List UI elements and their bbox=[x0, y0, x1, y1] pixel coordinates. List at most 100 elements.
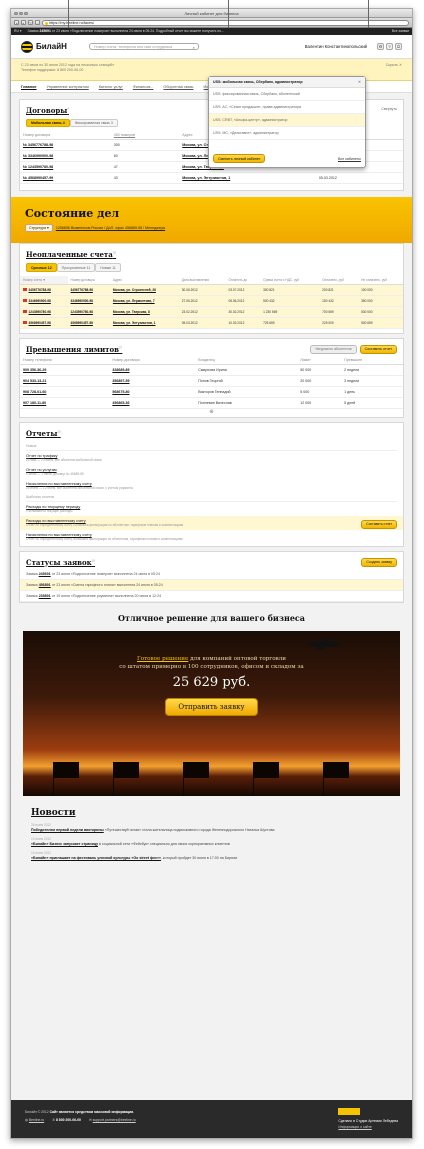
contract-number[interactable]: № 1243590780-98 bbox=[20, 161, 111, 174]
structure-path[interactable]: 1256896 Вымпелком России / ДоП. офис 456… bbox=[56, 226, 165, 230]
contract-number[interactable]: 568675-80 bbox=[109, 386, 196, 398]
table-row[interactable]: 1243590780-98 1243590780-98 Москва, ул. Тв… bbox=[20, 306, 403, 318]
address-link[interactable]: Москва, ул. Лермонтова, 7 bbox=[109, 295, 179, 307]
col-bill[interactable]: Номер счета ▼ bbox=[20, 275, 68, 285]
table-row[interactable]: 904 533-13-21 356897-59 Попов Георгий 20 00… bbox=[20, 375, 403, 387]
zoom-window-icon[interactable] bbox=[24, 11, 28, 15]
table-row[interactable]: 3346990900-98 3346990900-98 Москва, ул. Ле… bbox=[20, 295, 403, 307]
all-requests-link[interactable]: Все заявки bbox=[392, 28, 409, 35]
tab-fixed[interactable]: Фиксированная связь 3 bbox=[69, 119, 118, 128]
news-title[interactable]: Новости bbox=[31, 808, 392, 818]
close-icon[interactable]: ✕ bbox=[358, 80, 361, 84]
search-icon[interactable]: ⌕ bbox=[193, 45, 195, 51]
settings-icon[interactable]: ⚙ bbox=[377, 43, 384, 50]
col-limit[interactable]: Лимит bbox=[297, 355, 342, 365]
menu-item-feedback[interactable]: Оборотная связь bbox=[163, 85, 193, 89]
bills-title[interactable]: Неоплаченные счета bbox=[26, 250, 113, 259]
menu-item-contract[interactable]: Управление контрактом bbox=[47, 85, 89, 89]
phone-link[interactable]: 908 728-01-60 bbox=[20, 386, 110, 398]
promo-link[interactable]: Готовое решение bbox=[137, 656, 188, 662]
contract-number[interactable]: 3346990900-98 bbox=[67, 295, 110, 307]
tab-overdue[interactable]: Просроченные 11 bbox=[56, 263, 96, 272]
home-icon[interactable]: ⌂ bbox=[35, 20, 40, 25]
limits-title[interactable]: Превышения лимитов bbox=[26, 345, 119, 354]
menu-item-finance[interactable]: Финансов... bbox=[133, 85, 154, 89]
expand-icon[interactable]: ⊕ bbox=[20, 409, 403, 417]
search-input[interactable]: Номер счета, телефона или имя сотрудника… bbox=[88, 43, 199, 51]
menu-item-main[interactable]: Главное bbox=[21, 85, 37, 89]
structure-select[interactable]: Структура ▾ bbox=[25, 224, 53, 233]
col-contract[interactable]: Номер договора bbox=[109, 355, 196, 365]
contract-number[interactable]: № 3346990900-98 bbox=[20, 150, 111, 163]
language-select[interactable]: RU ▾ bbox=[14, 28, 22, 35]
col-sum[interactable]: Сумма счета с НДС, руб bbox=[260, 275, 320, 285]
col-address[interactable]: Адрес bbox=[109, 275, 179, 285]
contract-number[interactable]: № 3456776788-98 bbox=[20, 139, 111, 152]
user-name[interactable]: Валентин Константинопольский bbox=[305, 44, 367, 49]
request-number[interactable]: 245691 bbox=[39, 572, 51, 576]
news-link[interactable]: «Билайн» приглашает на фестиваль уличной… bbox=[31, 856, 161, 860]
address-link[interactable]: Москва, ул. Строителей, 26 bbox=[109, 284, 179, 296]
contract-number[interactable]: 3456776788-98 bbox=[67, 284, 110, 296]
col-phone[interactable]: Номер телефона bbox=[20, 355, 110, 365]
notice-close[interactable]: Скрыть ✕ bbox=[386, 63, 402, 68]
bill-number[interactable]: 4568990457-98 bbox=[29, 321, 51, 325]
request-number[interactable]: 456891 bbox=[39, 583, 51, 587]
contracts-title[interactable]: Договоры bbox=[26, 106, 67, 115]
site-info-link[interactable]: Информация о сайте bbox=[338, 1125, 398, 1129]
logout-icon[interactable]: ⏻ bbox=[395, 43, 402, 50]
table-row[interactable]: № 4568990457-99 43 Москва, ул. Энтузиастов… bbox=[20, 172, 403, 185]
cabinet-item[interactable]: USS: AC, «Сезон продакшн», права админис… bbox=[209, 101, 365, 114]
table-row[interactable]: 907 180-11-80 456865-36 Поплевин Вячеслав 1… bbox=[20, 397, 403, 409]
col-paid[interactable]: Оплачено, руб bbox=[319, 275, 359, 285]
contract-number[interactable]: 4568990457-98 bbox=[67, 317, 110, 329]
close-window-icon[interactable] bbox=[14, 11, 18, 15]
col-contract[interactable]: Номер договора bbox=[20, 131, 111, 141]
contract-number[interactable]: № 4568990457-99 bbox=[20, 172, 111, 185]
minimize-window-icon[interactable] bbox=[19, 11, 23, 15]
contract-number[interactable]: 328689-89 bbox=[109, 364, 196, 376]
col-owner[interactable]: Владелец bbox=[195, 355, 298, 365]
back-icon[interactable]: ◂ bbox=[14, 20, 19, 25]
contract-number[interactable]: 1243590780-98 bbox=[67, 306, 110, 318]
col-exceeded[interactable]: Превышен bbox=[341, 355, 403, 365]
reload-icon[interactable]: ↻ bbox=[28, 20, 33, 25]
phone-link[interactable]: 904 533-13-21 bbox=[20, 375, 110, 387]
help-icon[interactable]: ? bbox=[386, 43, 393, 50]
news-link[interactable]: «Билайн» Бизнес запускает страницу bbox=[31, 842, 98, 846]
template-link[interactable]: Расходы по текущему периоду bbox=[26, 505, 397, 509]
tab-mobile[interactable]: Мобильная связь 4 bbox=[26, 119, 70, 128]
cabinet-item[interactable]: USS: фиксированная связь, Сбербанк, абон… bbox=[209, 88, 365, 101]
address-link[interactable]: Москва, ул. Энтузиастов, 1 bbox=[109, 317, 179, 329]
create-request-button[interactable]: Создать заявку bbox=[361, 557, 397, 567]
tab-new[interactable]: Новые 11 bbox=[95, 263, 121, 272]
menu-item-catalog[interactable]: Каталог услуг bbox=[99, 85, 123, 89]
col-numbers[interactable]: 450 номеров bbox=[110, 131, 180, 141]
address-bar[interactable]: https://my.beeline.ru/faces/ bbox=[42, 19, 409, 26]
col-contract[interactable]: Номер договора bbox=[67, 275, 110, 285]
bill-number[interactable]: 3456776788-98 bbox=[29, 288, 51, 292]
bill-number[interactable]: 1243590780-98 bbox=[29, 310, 51, 314]
news-link[interactable]: Победителем первой недели викторины bbox=[31, 828, 104, 832]
requests-title[interactable]: Статусы заявок bbox=[26, 558, 92, 567]
address-link[interactable]: Москва, ул. Тверская, 8 bbox=[109, 306, 179, 318]
table-row[interactable]: 4568990457-98 4568990457-98 Москва, ул. Эн… bbox=[20, 317, 403, 329]
cabinet-item[interactable]: USS: MC, «Дельтавит», администратор bbox=[209, 127, 365, 140]
made-by-link[interactable]: Сделано в Студии Артемия Лебедева bbox=[338, 1119, 398, 1123]
notify-request-number[interactable]: 245691 bbox=[40, 29, 51, 33]
address-link[interactable]: Москва, ул. Энтузиастов, 1 bbox=[179, 172, 316, 185]
request-number[interactable]: 235891 bbox=[39, 594, 51, 598]
phone-link[interactable]: 907 180-11-80 bbox=[20, 397, 110, 409]
make-report-button[interactable]: Составить отчет bbox=[359, 344, 397, 354]
send-request-button[interactable]: Отправить заявку bbox=[165, 697, 258, 716]
col-unpaid[interactable]: Не оплачено, руб bbox=[358, 275, 403, 285]
phone-link[interactable]: 909 356-36-29 bbox=[20, 364, 110, 376]
bill-number[interactable]: 3346990900-98 bbox=[29, 299, 51, 303]
forward-icon[interactable]: ▸ bbox=[21, 20, 26, 25]
tab-urgent[interactable]: Срочные 12 bbox=[26, 263, 57, 272]
support-email[interactable]: support.partners@beeline.ru bbox=[93, 1118, 136, 1122]
site-link[interactable]: Beeline.ru bbox=[29, 1118, 44, 1122]
cabinet-item[interactable]: USS: CRBT, «Альфа-центр», администратор bbox=[209, 114, 365, 127]
contracts-collapse[interactable]: Свернуть bbox=[381, 107, 397, 111]
table-row[interactable]: 909 356-36-29 328689-89 Смирнова Ирина 50 0… bbox=[20, 364, 403, 376]
